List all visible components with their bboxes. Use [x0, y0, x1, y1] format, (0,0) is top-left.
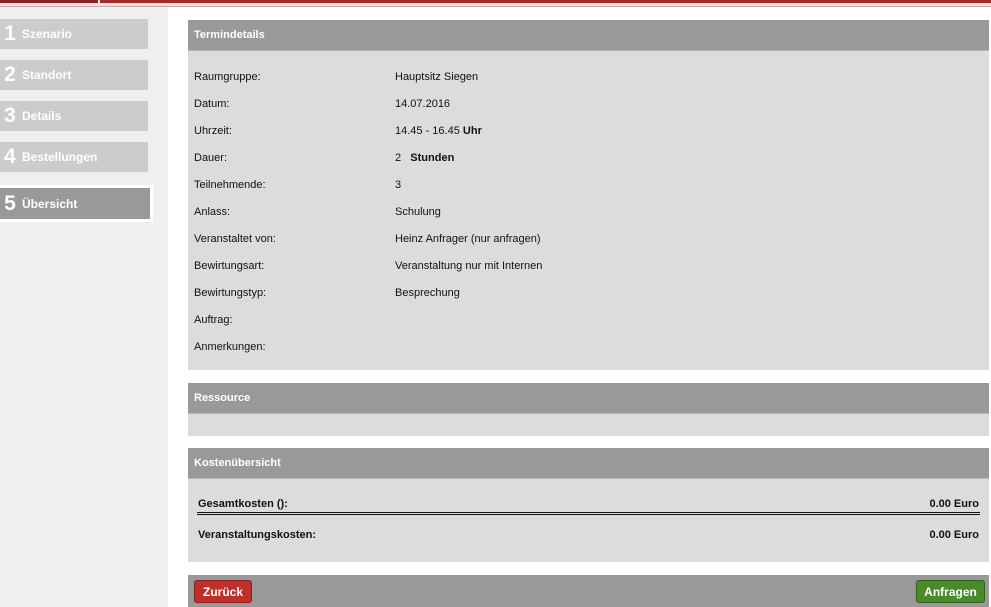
step-number: 1: [4, 22, 16, 45]
detail-row-datum: Datum: 14.07.2016: [194, 98, 450, 112]
detail-value: 2 Stunden: [395, 152, 454, 166]
cost-divider: [197, 514, 980, 515]
step-number: 5: [4, 191, 16, 215]
step-number: 4: [4, 145, 16, 168]
wizard-sidebar: 1 Szenario 2 Standort 3 Details 4 Bestel…: [0, 7, 168, 607]
detail-value: Heinz Anfrager (nur anfragen): [395, 233, 541, 245]
duration-value: 2: [395, 152, 402, 164]
duration-unit: Stunden: [410, 152, 455, 164]
action-footer: Zurück Anfragen: [188, 575, 989, 607]
detail-row-veranstaltet-von: Veranstaltet von: Heinz Anfrager (nur an…: [194, 233, 541, 247]
detail-label: Raumgruppe:: [194, 71, 261, 83]
detail-row-dauer: Dauer: 2 Stunden: [194, 152, 454, 166]
wizard-step-uebersicht[interactable]: 5 Übersicht: [0, 185, 153, 222]
detail-value: Besprechung: [395, 287, 460, 299]
detail-value: Hauptsitz Siegen: [395, 71, 479, 83]
detail-label: Anlass:: [194, 206, 231, 218]
time-unit: Uhr: [462, 125, 482, 137]
detail-value: 14.45 - 16.45 Uhr: [395, 125, 482, 139]
ressource-panel: Ressource: [188, 383, 989, 436]
detail-row-uhrzeit: Uhrzeit: 14.45 - 16.45 Uhr: [194, 125, 482, 139]
veranstaltungskosten-label: Veranstaltungskosten:: [198, 529, 316, 541]
detail-row-raumgruppe: Raumgruppe: Hauptsitz Siegen: [194, 71, 478, 85]
wizard-step-details[interactable]: 3 Details: [0, 101, 148, 131]
gesamtkosten-label: Gesamtkosten ():: [198, 498, 288, 510]
termindetails-panel: Termindetails Raumgruppe: Hauptsitz Sieg…: [188, 20, 989, 370]
detail-value: Schulung: [395, 206, 441, 218]
wizard-step-szenario[interactable]: 1 Szenario: [0, 19, 148, 49]
step-number: 3: [4, 104, 16, 127]
detail-value: 14.07.2016: [395, 98, 451, 110]
detail-value: Veranstaltung nur mit Internen: [395, 260, 543, 272]
wizard-step-standort[interactable]: 2 Standort: [0, 60, 148, 90]
step-label: Details: [22, 109, 62, 123]
detail-row-anmerkungen: Anmerkungen:: [194, 341, 395, 355]
cost-divider: [197, 512, 980, 513]
wizard-step-bestellungen[interactable]: 4 Bestellungen: [0, 142, 148, 172]
detail-row-bewirtungsart: Bewirtungsart: Veranstaltung nur mit Int…: [194, 260, 542, 274]
detail-label: Bewirtungstyp:: [194, 287, 267, 299]
detail-label: Uhrzeit:: [194, 125, 232, 137]
kosten-panel: Kostenübersicht Gesamtkosten (): 0.00 Eu…: [188, 448, 989, 562]
detail-row-anlass: Anlass: Schulung: [194, 206, 441, 220]
detail-label: Anmerkungen:: [194, 341, 266, 353]
veranstaltungskosten-row: Veranstaltungskosten: 0.00 Euro: [198, 529, 979, 541]
step-number: 2: [4, 63, 16, 86]
step-label: Übersicht: [22, 196, 78, 211]
top-bar-accent-right: [100, 0, 991, 3]
detail-row-teilnehmende: Teilnehmende: 3: [194, 179, 401, 193]
detail-value: 3: [395, 179, 402, 191]
veranstaltungskosten-value: 0.00 Euro: [929, 529, 979, 541]
detail-row-bewirtungstyp: Bewirtungstyp: Besprechung: [194, 287, 460, 301]
detail-label: Veranstaltet von:: [194, 233, 276, 245]
termindetails-header: Termindetails: [188, 20, 989, 51]
detail-row-auftrag: Auftrag:: [194, 314, 395, 328]
back-button[interactable]: Zurück: [194, 580, 252, 603]
submit-request-button[interactable]: Anfragen: [916, 580, 985, 603]
ressource-header: Ressource: [188, 383, 989, 414]
time-range: 14.45 - 16.45: [395, 125, 460, 137]
step-label: Standort: [22, 68, 72, 82]
top-bar-accent-left: [0, 0, 98, 3]
detail-label: Dauer:: [194, 152, 228, 164]
gesamtkosten-value: 0.00 Euro: [929, 498, 979, 510]
detail-label: Teilnehmende:: [194, 179, 266, 191]
gesamtkosten-row: Gesamtkosten (): 0.00 Euro: [198, 498, 979, 510]
kosten-header: Kostenübersicht: [188, 448, 989, 479]
step-label: Bestellungen: [22, 150, 98, 164]
detail-label: Bewirtungsart:: [194, 260, 265, 272]
top-bar: [0, 0, 991, 7]
detail-label: Auftrag:: [194, 314, 233, 326]
step-label: Szenario: [22, 27, 73, 41]
detail-label: Datum:: [194, 98, 230, 110]
